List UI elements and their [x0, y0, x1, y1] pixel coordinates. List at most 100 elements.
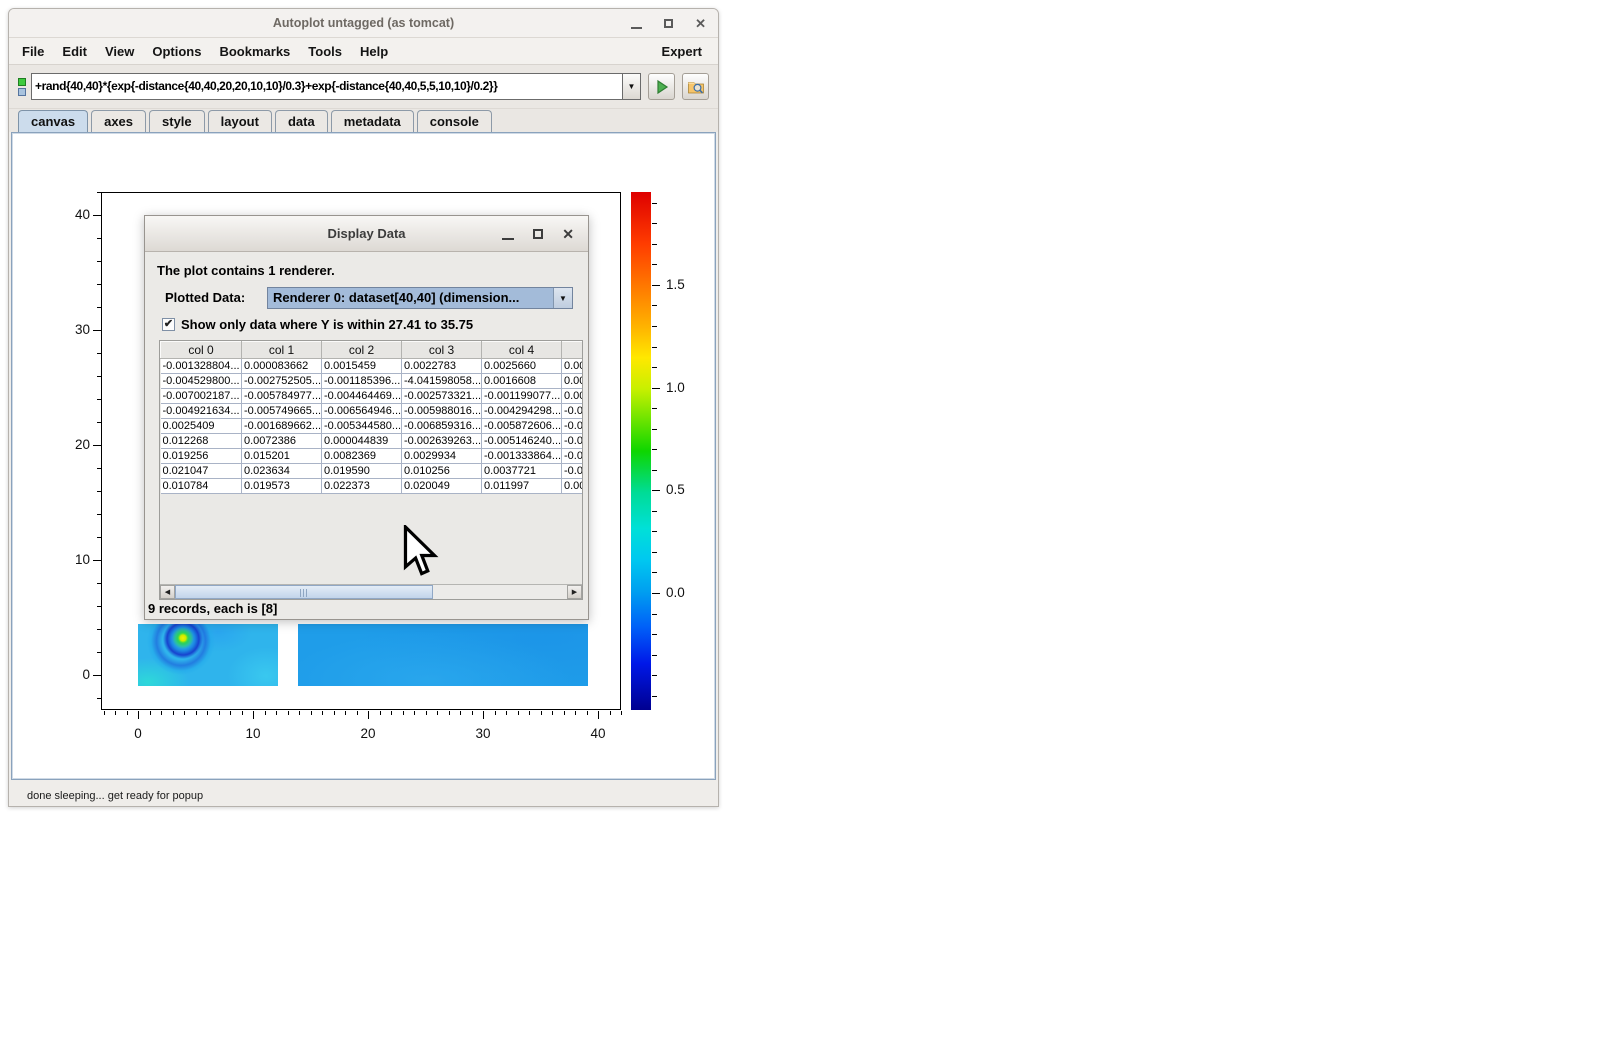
column-header[interactable]: col 4: [482, 342, 562, 359]
table-cell[interactable]: 0.010784: [161, 479, 242, 494]
table-cell[interactable]: -0.00: [562, 419, 584, 434]
table-cell[interactable]: 0.023634: [242, 464, 322, 479]
table-row[interactable]: -0.007002187...-0.005784977...-0.0044644…: [161, 389, 584, 404]
table-cell[interactable]: -0.001689662...: [242, 419, 322, 434]
table-cell[interactable]: 0.0016608: [482, 374, 562, 389]
table-cell[interactable]: -0.001185396...: [322, 374, 402, 389]
scroll-left-icon[interactable]: ◀: [160, 585, 175, 599]
tab-axes[interactable]: axes: [91, 110, 146, 132]
table-cell[interactable]: 0.00: [562, 479, 584, 494]
table-cell[interactable]: -0.006564946...: [322, 404, 402, 419]
table-cell[interactable]: 0.010256: [402, 464, 482, 479]
table-cell[interactable]: -4.041598058...: [402, 374, 482, 389]
table-cell[interactable]: -0.002639263...: [402, 434, 482, 449]
table-row[interactable]: -0.004529800...-0.002752505...-0.0011853…: [161, 374, 584, 389]
menu-bookmarks[interactable]: Bookmarks: [210, 38, 299, 65]
table-row[interactable]: -0.001328804...0.0000836620.00154590.002…: [161, 359, 584, 374]
column-header[interactable]: col 2: [322, 342, 402, 359]
table-cell[interactable]: 0.019573: [242, 479, 322, 494]
plotted-data-combobox[interactable]: Renderer 0: dataset[40,40] (dimension...…: [267, 287, 573, 309]
table-cell[interactable]: 0.021047: [161, 464, 242, 479]
combobox-arrow-icon[interactable]: ▼: [553, 288, 572, 308]
table-cell[interactable]: -0.005344580...: [322, 419, 402, 434]
table-cell[interactable]: 0.015201: [242, 449, 322, 464]
table-cell[interactable]: 0.011997: [482, 479, 562, 494]
table-cell[interactable]: -0.007002187...: [161, 389, 242, 404]
tab-layout[interactable]: layout: [208, 110, 272, 132]
tab-metadata[interactable]: metadata: [331, 110, 414, 132]
table-cell[interactable]: -0.005749665...: [242, 404, 322, 419]
table-cell[interactable]: -0.001199077...: [482, 389, 562, 404]
table-cell[interactable]: 0.019256: [161, 449, 242, 464]
title-bar[interactable]: Autoplot untagged (as tomcat) ✕: [9, 9, 718, 38]
table-row[interactable]: -0.004921634...-0.005749665...-0.0065649…: [161, 404, 584, 419]
column-header[interactable]: [562, 342, 584, 359]
table-cell[interactable]: -0.005784977...: [242, 389, 322, 404]
minimize-icon[interactable]: [631, 27, 642, 29]
table-row[interactable]: 0.0192560.0152010.00823690.0029934-0.001…: [161, 449, 584, 464]
scrollbar-thumb[interactable]: [175, 585, 433, 599]
maximize-icon[interactable]: [664, 19, 673, 28]
table-cell[interactable]: -0.00: [562, 464, 584, 479]
table-cell[interactable]: 0.00: [562, 359, 584, 374]
uri-dropdown-button[interactable]: ▼: [622, 73, 641, 100]
menu-edit[interactable]: Edit: [53, 38, 96, 65]
dialog-close-icon[interactable]: ✕: [562, 226, 574, 243]
table-cell[interactable]: 0.000083662: [242, 359, 322, 374]
table-cell[interactable]: -0.001328804...: [161, 359, 242, 374]
table-cell[interactable]: 0.0025660: [482, 359, 562, 374]
tab-data[interactable]: data: [275, 110, 328, 132]
table-cell[interactable]: 0.0082369: [322, 449, 402, 464]
menu-help[interactable]: Help: [351, 38, 397, 65]
table-cell[interactable]: -0.002573321...: [402, 389, 482, 404]
close-icon[interactable]: ✕: [695, 9, 706, 38]
table-row[interactable]: 0.0122680.00723860.000044839-0.002639263…: [161, 434, 584, 449]
tab-console[interactable]: console: [417, 110, 492, 132]
table-cell[interactable]: -0.004294298...: [482, 404, 562, 419]
menu-view[interactable]: View: [96, 38, 143, 65]
table-cell[interactable]: -0.00: [562, 404, 584, 419]
tab-canvas[interactable]: canvas: [18, 110, 88, 132]
table-cell[interactable]: -0.00: [562, 449, 584, 464]
table-cell[interactable]: 0.0029934: [402, 449, 482, 464]
tab-style[interactable]: style: [149, 110, 205, 132]
inspect-button[interactable]: [682, 73, 709, 100]
table-cell[interactable]: -0.00: [562, 434, 584, 449]
table-row[interactable]: 0.0107840.0195730.0223730.0200490.011997…: [161, 479, 584, 494]
table-cell[interactable]: 0.0025409: [161, 419, 242, 434]
table-cell[interactable]: 0.0015459: [322, 359, 402, 374]
table-cell[interactable]: -0.002752505...: [242, 374, 322, 389]
table-cell[interactable]: 0.012268: [161, 434, 242, 449]
column-header[interactable]: col 1: [242, 342, 322, 359]
table-cell[interactable]: -0.004921634...: [161, 404, 242, 419]
table-cell[interactable]: -0.004464469...: [322, 389, 402, 404]
table-cell[interactable]: 0.019590: [322, 464, 402, 479]
table-cell[interactable]: -0.005146240...: [482, 434, 562, 449]
horizontal-scrollbar[interactable]: ◀ ▶: [160, 584, 582, 599]
table-cell[interactable]: 0.020049: [402, 479, 482, 494]
menu-options[interactable]: Options: [143, 38, 210, 65]
dialog-maximize-icon[interactable]: [533, 229, 543, 239]
table-cell[interactable]: 0.022373: [322, 479, 402, 494]
menu-file[interactable]: File: [13, 38, 53, 65]
table-cell[interactable]: -0.005988016...: [402, 404, 482, 419]
table-cell[interactable]: 0.0037721: [482, 464, 562, 479]
table-cell[interactable]: 0.0022783: [402, 359, 482, 374]
filter-checkbox[interactable]: ✔: [162, 318, 175, 331]
dialog-title-bar[interactable]: Display Data ✕: [145, 216, 588, 252]
column-header[interactable]: col 0: [161, 342, 242, 359]
menu-tools[interactable]: Tools: [299, 38, 351, 65]
table-row[interactable]: 0.0210470.0236340.0195900.0102560.003772…: [161, 464, 584, 479]
table-cell[interactable]: -0.004529800...: [161, 374, 242, 389]
table-cell[interactable]: 0.00: [562, 374, 584, 389]
table-cell[interactable]: 0.000044839: [322, 434, 402, 449]
uri-input[interactable]: +rand{40,40}*{exp{-distance{40,40,20,20,…: [31, 73, 622, 100]
expert-label[interactable]: Expert: [650, 44, 714, 59]
go-button[interactable]: [648, 73, 675, 100]
table-cell[interactable]: -0.006859316...: [402, 419, 482, 434]
table-row[interactable]: 0.0025409-0.001689662...-0.005344580...-…: [161, 419, 584, 434]
table-cell[interactable]: -0.001333864...: [482, 449, 562, 464]
table-cell[interactable]: 0.00: [562, 389, 584, 404]
table-cell[interactable]: 0.0072386: [242, 434, 322, 449]
dialog-minimize-icon[interactable]: [502, 238, 514, 240]
